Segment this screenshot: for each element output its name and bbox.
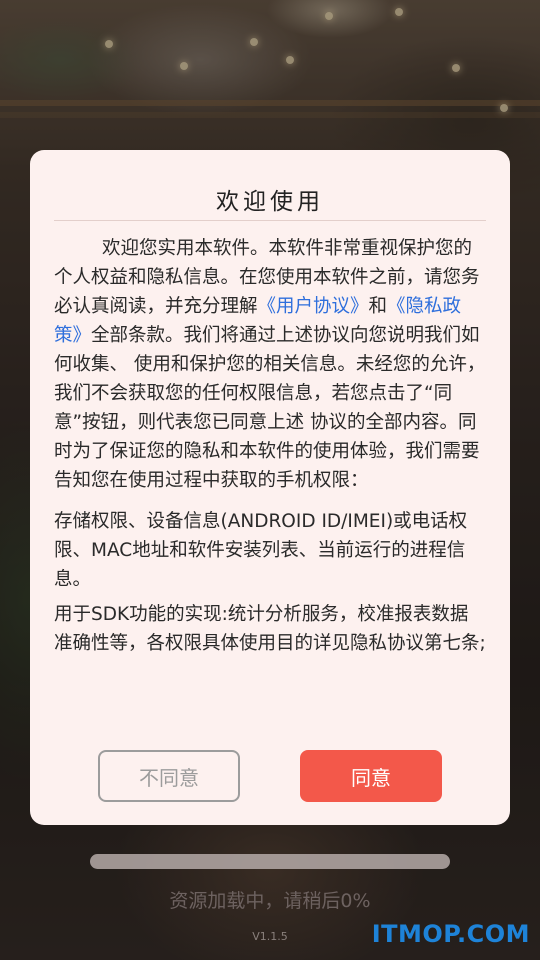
loading-status-text: 资源加载中，请稍后0% [169, 890, 371, 912]
dialog-content: 欢迎您实用本软件。本软件非常重视保护您的个人权益和隐私信息。在您使用本软件之前，… [54, 234, 486, 658]
dialog-title: 欢迎使用 [216, 189, 324, 215]
agree-button[interactable]: 同意 [300, 750, 442, 802]
privacy-dialog: 欢迎使用 欢迎您实用本软件。本软件非常重视保护您的个人权益和隐私信息。在您使用本… [30, 150, 510, 825]
loading-progress-bar [90, 854, 450, 869]
permissions-paragraph: 存储权限、设备信息(ANDROID ID/IMEI)或电话权限、MAC地址和软件… [54, 511, 468, 590]
site-watermark: ITMOP.COM [371, 920, 530, 948]
user-agreement-link[interactable]: 《用户协议》 [258, 296, 369, 317]
paragraph-text: 和 [368, 296, 388, 317]
paragraph-text: 全部条款。我们将通过上述协议向您说明我们如何收集、 使用和保护您的相关信息。未经… [54, 325, 486, 491]
sdk-usage-paragraph: 用于SDK功能的实现:统计分析服务，校准报表数据准确性等，各权限具体使用目的详见… [54, 604, 486, 654]
title-divider [54, 220, 486, 221]
disagree-button[interactable]: 不同意 [98, 750, 240, 802]
privacy-paragraph-1: 欢迎您实用本软件。本软件非常重视保护您的个人权益和隐私信息。在您使用本软件之前，… [54, 234, 486, 495]
